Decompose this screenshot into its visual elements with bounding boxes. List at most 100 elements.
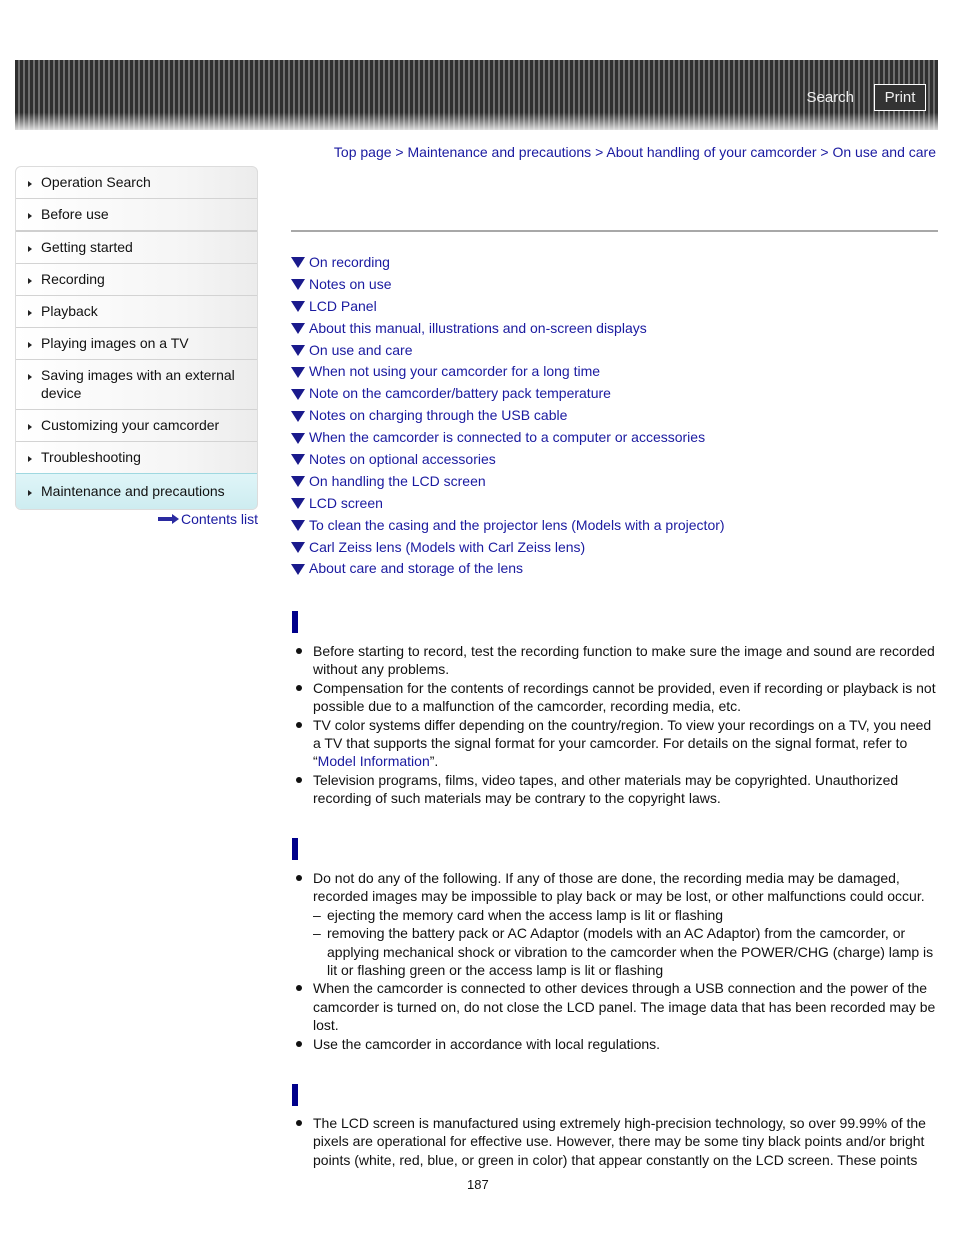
toc-item-label: About care and storage of the lens	[309, 560, 524, 577]
triangle-down-icon	[291, 432, 305, 444]
toc-item-label: On use and care	[309, 341, 413, 358]
caret-right-icon	[28, 246, 32, 252]
triangle-down-icon	[291, 476, 305, 488]
toc-item[interactable]: When the camcorder is connected to a com…	[291, 426, 725, 448]
bullet-item: Television programs, films, video tapes,…	[291, 771, 938, 808]
bullet-item: The LCD screen is manufactured using ext…	[291, 1114, 938, 1169]
triangle-down-icon	[291, 563, 305, 575]
caret-right-icon	[28, 181, 32, 187]
sub-item: ejecting the memory card when the access…	[313, 906, 938, 925]
triangle-down-icon	[291, 520, 305, 532]
toc-item-label: When the camcorder is connected to a com…	[309, 429, 706, 446]
breadcrumb-current[interactable]: On use and care	[832, 144, 936, 160]
triangle-down-icon	[291, 454, 305, 466]
toc-item[interactable]: On handling the LCD screen	[291, 470, 725, 492]
print-button[interactable]: Print	[874, 84, 926, 111]
sidebar-item-label: Maintenance and precautions	[41, 483, 225, 499]
toc-item-label: On handling the LCD screen	[309, 472, 486, 489]
sidebar-item-before-use[interactable]: Before use	[16, 199, 257, 232]
toc-item-label: Note on the camcorder/battery pack tempe…	[309, 385, 611, 402]
arrow-right-icon	[158, 514, 180, 524]
caret-right-icon	[28, 310, 32, 316]
caret-right-icon	[28, 424, 32, 430]
toc-item-label: About this manual, illustrations and on-…	[309, 319, 647, 336]
toc-item[interactable]: On recording	[291, 251, 725, 273]
contents-list-link[interactable]: Contents list	[158, 511, 258, 527]
toc-item[interactable]: On use and care	[291, 339, 725, 361]
breadcrumb-top-page[interactable]: Top page	[334, 144, 392, 160]
toc-item[interactable]: Notes on optional accessories	[291, 448, 725, 470]
breadcrumb-separator: >	[595, 144, 604, 160]
toc-item[interactable]: Note on the camcorder/battery pack tempe…	[291, 382, 725, 404]
sidebar-item-playing-on-tv[interactable]: Playing images on a TV	[16, 328, 257, 360]
search-link[interactable]: Search	[806, 89, 854, 106]
sidebar-item-label: Playback	[41, 303, 98, 319]
sidebar-item-label: Operation Search	[41, 174, 151, 190]
bullet-item: When the camcorder is connected to other…	[291, 979, 938, 1034]
toc-item-label: Notes on use	[309, 275, 392, 292]
page-number: 187	[467, 1177, 489, 1192]
sidebar-item-label: Saving images with an external device	[41, 367, 235, 401]
toc-item[interactable]: LCD screen	[291, 492, 725, 514]
toc-item-label: Notes on optional accessories	[309, 450, 496, 467]
sidebar-nav: Operation Search Before use Getting star…	[15, 166, 258, 510]
toc-item[interactable]: About care and storage of the lens	[291, 557, 725, 579]
sidebar-item-playback[interactable]: Playback	[16, 296, 257, 328]
caret-right-icon	[28, 374, 32, 380]
toc-item[interactable]: When not using your camcorder for a long…	[291, 360, 725, 382]
contents-list-label: Contents list	[181, 511, 259, 527]
section-heading-marker	[292, 611, 298, 633]
triangle-down-icon	[291, 542, 305, 554]
caret-right-icon	[28, 490, 32, 496]
sub-item: removing the battery pack or AC Adaptor …	[313, 924, 938, 979]
triangle-down-icon	[291, 498, 305, 510]
sidebar-item-label: Customizing your camcorder	[41, 417, 220, 433]
bullet-item: Compensation for the contents of recordi…	[291, 679, 938, 716]
sidebar-item-getting-started[interactable]: Getting started	[16, 232, 257, 264]
section-heading-marker	[292, 1084, 298, 1106]
triangle-down-icon	[291, 301, 305, 313]
sidebar-item-troubleshooting[interactable]: Troubleshooting	[16, 442, 257, 474]
header-bar: Search Print	[15, 60, 938, 130]
toc-item-label: To clean the casing and the projector le…	[309, 516, 725, 533]
caret-right-icon	[28, 456, 32, 462]
toc-item[interactable]: Carl Zeiss lens (Models with Carl Zeiss …	[291, 536, 725, 558]
toc-item-label: On recording	[309, 253, 390, 270]
breadcrumb-about-handling[interactable]: About handling of your camcorder	[606, 144, 816, 160]
sidebar-item-label: Before use	[41, 206, 109, 222]
triangle-down-icon	[291, 323, 305, 335]
sidebar-item-customizing[interactable]: Customizing your camcorder	[16, 410, 257, 442]
toc-item[interactable]: LCD Panel	[291, 295, 725, 317]
sidebar-item-maintenance[interactable]: Maintenance and precautions	[16, 473, 257, 509]
sidebar-item-label: Playing images on a TV	[41, 335, 189, 351]
toc-item[interactable]: Notes on charging through the USB cable	[291, 404, 725, 426]
toc-item-label: LCD screen	[309, 494, 383, 511]
breadcrumb-separator: >	[395, 144, 404, 160]
toc-item[interactable]: About this manual, illustrations and on-…	[291, 317, 725, 339]
toc-item[interactable]: Notes on use	[291, 273, 725, 295]
breadcrumb-maintenance[interactable]: Maintenance and precautions	[408, 144, 592, 160]
caret-right-icon	[28, 278, 32, 284]
toc-item[interactable]: To clean the casing and the projector le…	[291, 514, 725, 536]
caret-right-icon	[28, 342, 32, 348]
section-heading-marker	[292, 838, 298, 860]
bullet-item: TV color systems differ depending on the…	[291, 716, 938, 771]
title-divider	[291, 230, 938, 232]
triangle-down-icon	[291, 410, 305, 422]
sidebar-item-label: Troubleshooting	[41, 449, 141, 465]
bullet-item: Before starting to record, test the reco…	[291, 642, 938, 679]
bullet-item: Do not do any of the following. If any o…	[291, 869, 938, 979]
sidebar-item-operation-search[interactable]: Operation Search	[16, 167, 257, 199]
triangle-down-icon	[291, 366, 305, 378]
sidebar-item-recording[interactable]: Recording	[16, 264, 257, 296]
bullet-item: Use the camcorder in accordance with loc…	[291, 1035, 938, 1053]
breadcrumb-separator: >	[820, 144, 829, 160]
section-notes-list: Do not do any of the following. If any o…	[291, 869, 938, 1053]
model-information-link[interactable]: Model Information	[318, 753, 430, 769]
breadcrumb: Top page > Maintenance and precautions >…	[334, 144, 936, 160]
sidebar-item-label: Recording	[41, 271, 105, 287]
sidebar-item-saving-external[interactable]: Saving images with an external device	[16, 360, 257, 410]
caret-right-icon	[28, 213, 32, 219]
triangle-down-icon	[291, 257, 305, 269]
toc-item-label: LCD Panel	[309, 297, 377, 314]
